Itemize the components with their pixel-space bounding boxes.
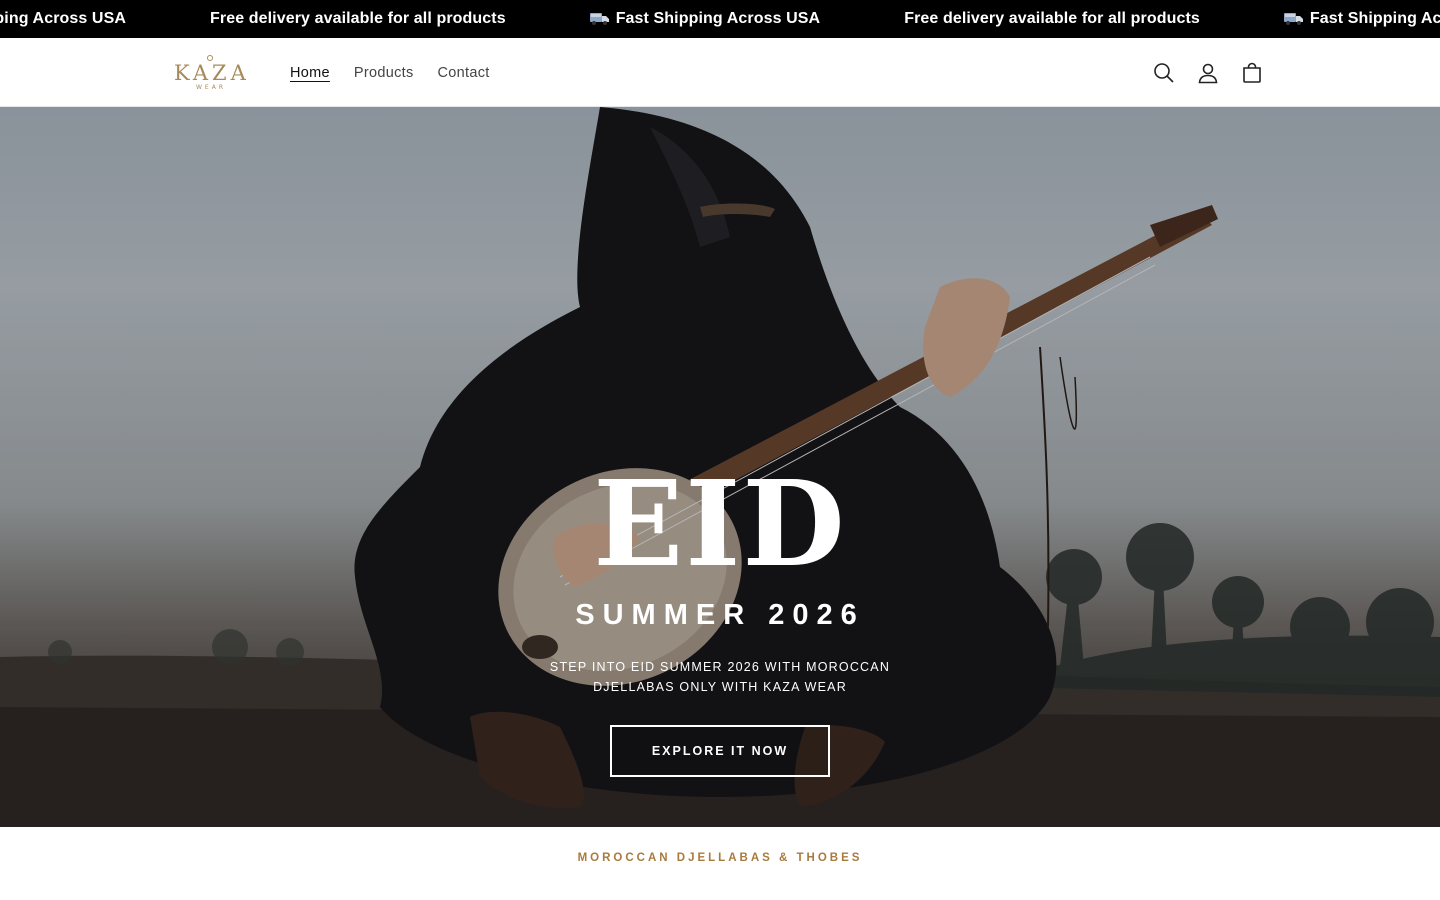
announcement-item: Fast Shipping Across U [1242,10,1440,28]
logo-subtext: WEAR [196,84,226,91]
announcement-track: ipping Across USA Free delivery availabl… [0,0,1440,38]
announcement-item: ipping Across USA [0,10,127,27]
hero-subtitle: SUMMER 2026 [575,599,865,631]
logo-text: KAZA [174,61,250,85]
announcement-item: Free delivery available for all products [210,10,506,27]
explore-button[interactable]: EXPLORE IT NOW [610,725,830,777]
hero-tagline: STEP INTO EID SUMMER 2026 WITH MOROCCAN … [549,660,891,694]
account-icon [1198,63,1218,83]
announcement-item: Fast Shipping Across USA [548,10,863,28]
hero-title: EID [593,454,847,593]
hero-content: EID SUMMER 2026 STEP INTO EID SUMMER 202… [0,107,1440,827]
announcement-item: Free delivery available for all products [904,10,1200,27]
search-icon [1154,62,1174,83]
truck-icon [589,13,609,25]
hero-banner: EID SUMMER 2026 STEP INTO EID SUMMER 202… [0,107,1440,827]
account-button[interactable] [1186,51,1230,95]
nav-link-contact[interactable]: Contact [426,65,502,81]
search-button[interactable] [1142,51,1186,95]
logo[interactable]: KAZA WEAR [174,54,248,92]
announcement-bar: ipping Across USA Free delivery availabl… [0,0,1440,38]
header-icons [1142,38,1274,107]
nav-link-home[interactable]: Home [278,65,342,81]
truck-icon [1283,13,1303,25]
main-nav: Home Products Contact [278,38,502,107]
cart-button[interactable] [1230,51,1274,95]
nav-link-products[interactable]: Products [342,65,426,81]
cart-icon [1243,62,1261,83]
collection-heading: MOROCCAN DJELLABAS & THOBES [577,852,863,864]
site-header: KAZA WEAR Home Products Contact [0,38,1440,107]
